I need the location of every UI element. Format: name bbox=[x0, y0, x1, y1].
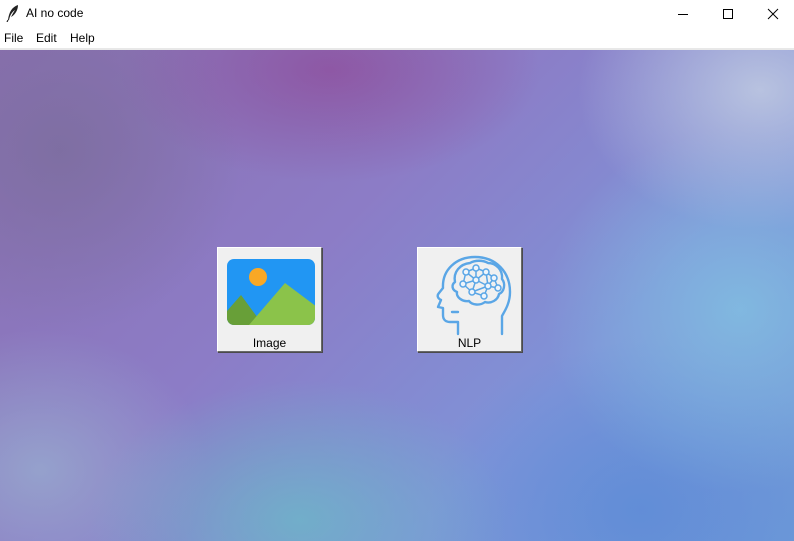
image-button-label: Image bbox=[252, 336, 287, 350]
window-title: AI no code bbox=[26, 6, 84, 20]
app-window: AI no code File Edit Help Image NLP bbox=[0, 0, 794, 541]
title-bar[interactable]: AI no code bbox=[0, 0, 794, 27]
menu-file[interactable]: File bbox=[4, 31, 23, 45]
nlp-button-label: NLP bbox=[457, 336, 482, 350]
maximize-button[interactable] bbox=[705, 0, 751, 27]
brain-head-icon bbox=[436, 255, 512, 336]
minimize-icon bbox=[678, 13, 688, 15]
maximize-icon bbox=[723, 8, 733, 19]
nlp-button[interactable]: NLP bbox=[417, 247, 522, 352]
menu-help[interactable]: Help bbox=[70, 31, 95, 45]
background-canvas: Image NLP bbox=[0, 50, 794, 541]
close-button[interactable] bbox=[750, 0, 794, 27]
menu-edit[interactable]: Edit bbox=[36, 31, 57, 45]
landscape-image-icon bbox=[227, 259, 315, 325]
feather-icon bbox=[6, 5, 18, 22]
image-button[interactable]: Image bbox=[217, 247, 322, 352]
minimize-button[interactable] bbox=[660, 0, 706, 27]
close-icon bbox=[767, 8, 779, 19]
menu-bar: File Edit Help bbox=[0, 27, 794, 48]
